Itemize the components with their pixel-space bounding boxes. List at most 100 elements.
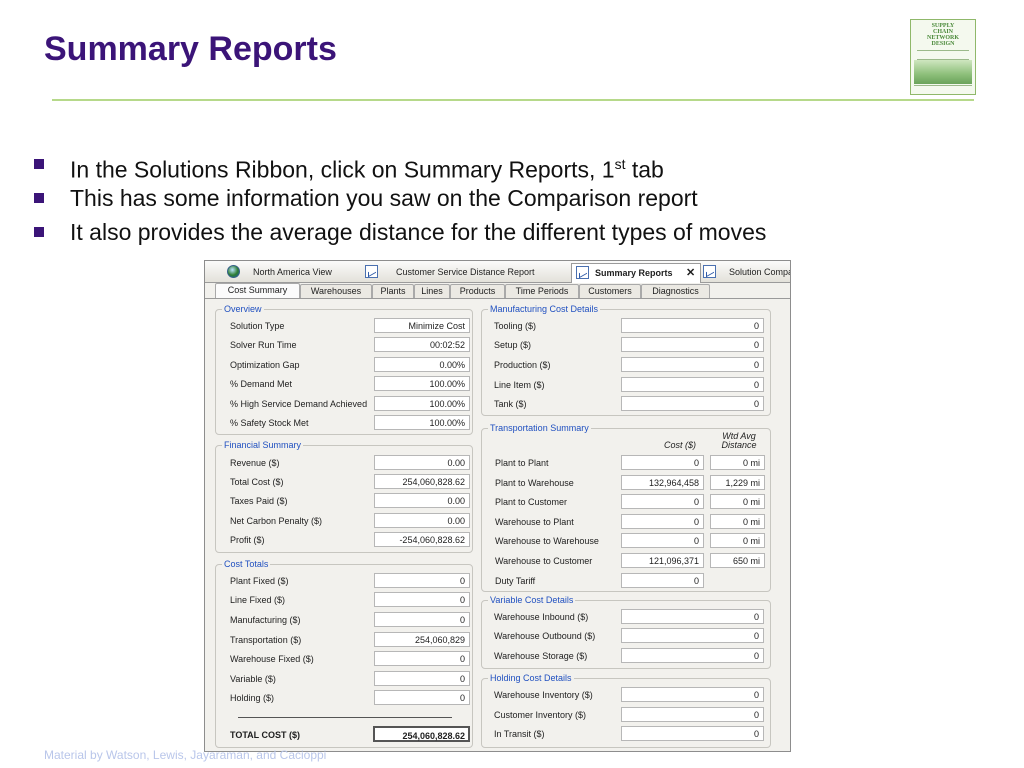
transportation-field: 254,060,829 [374, 632, 470, 647]
tab-label: North America View [253, 267, 332, 277]
plant-to-customer-cost-field: 0 [621, 494, 704, 509]
financial-summary-group: Financial Summary Revenue ($) 0.00 Total… [215, 440, 473, 553]
line-fixed-field: 0 [374, 592, 470, 607]
profit-field: -254,060,828.62 [374, 532, 470, 547]
field-label: Net Carbon Penalty ($) [230, 516, 323, 526]
tab-customer-service-distance-report[interactable]: Customer Service Distance Report [365, 264, 565, 281]
tab-label: Solution Compa [729, 267, 791, 277]
field-label: Setup ($) [494, 340, 532, 350]
warehouse-to-warehouse-distance-field: 0 mi [710, 533, 765, 548]
book-cover-map [914, 60, 972, 84]
close-tab-icon[interactable]: ✕ [686, 265, 695, 282]
field-label: Duty Tariff [495, 576, 536, 586]
group-title: Overview [222, 304, 264, 315]
field-label: Plant to Customer [495, 497, 568, 507]
manufacturing-field: 0 [374, 612, 470, 627]
net-carbon-penalty-field: 0.00 [374, 513, 470, 528]
customer-inventory-field: 0 [621, 707, 764, 722]
field-label: Line Item ($) [494, 380, 545, 390]
book-cover-image: SUPPLY CHAIN NETWORK DESIGN [910, 19, 976, 95]
bullet-text: It also provides the average distance fo… [70, 219, 767, 245]
title-divider [52, 99, 974, 101]
field-label: Transportation ($) [230, 635, 302, 645]
field-label: Warehouse Storage ($) [494, 651, 588, 661]
bullet-square-icon [34, 159, 44, 169]
subtab-lines[interactable]: Lines [414, 284, 450, 298]
field-label: Warehouse to Customer [495, 556, 593, 566]
subtab-time-periods[interactable]: Time Periods [505, 284, 579, 298]
warehouse-inventory-field: 0 [621, 687, 764, 702]
total-cost-label: TOTAL COST ($) [230, 730, 301, 740]
field-label: Solution Type [230, 321, 285, 331]
group-title: Transportation Summary [488, 423, 591, 434]
tooling-field: 0 [621, 318, 764, 333]
field-label: Tank ($) [494, 399, 527, 409]
subtab-diagnostics[interactable]: Diagnostics [641, 284, 710, 298]
warehouse-inbound-field: 0 [621, 609, 764, 624]
variable-field: 0 [374, 671, 470, 686]
solver-run-time-field: 00:02:52 [374, 337, 470, 352]
slide-title: Summary Reports [44, 30, 337, 68]
chart-icon [365, 265, 378, 278]
warehouse-storage-field: 0 [621, 648, 764, 663]
warehouse-fixed-field: 0 [374, 651, 470, 666]
summary-reports-window: North America View Customer Service Dist… [204, 260, 791, 752]
production-field: 0 [621, 357, 764, 372]
field-label: Warehouse Inventory ($) [494, 690, 593, 700]
tab-summary-reports[interactable]: Summary Reports ✕ [571, 263, 701, 283]
taxes-paid-field: 0.00 [374, 493, 470, 508]
field-label: % Safety Stock Met [230, 418, 309, 428]
group-title: Cost Totals [222, 559, 271, 570]
warehouse-to-plant-cost-field: 0 [621, 514, 704, 529]
chart-icon [576, 266, 589, 279]
total-cost-field: 254,060,828.62 [374, 474, 470, 489]
solution-type-field: Minimize Cost [374, 318, 470, 333]
plant-to-warehouse-cost-field: 132,964,458 [621, 475, 704, 490]
book-cover-text-lines [917, 50, 969, 60]
group-title: Variable Cost Details [488, 595, 576, 606]
document-tab-bar: North America View Customer Service Dist… [205, 261, 790, 283]
subtab-warehouses[interactable]: Warehouses [300, 284, 372, 298]
tab-north-america-view[interactable]: North America View [223, 264, 363, 281]
distance-column-header: Wtd Avg Distance [721, 431, 757, 450]
field-label: Warehouse to Warehouse [495, 536, 599, 546]
holding-field: 0 [374, 690, 470, 705]
field-label: Optimization Gap [230, 360, 300, 370]
subtab-plants[interactable]: Plants [372, 284, 414, 298]
field-label: Customer Inventory ($) [494, 710, 587, 720]
bullet-list: In the Solutions Ribbon, click on Summar… [34, 147, 766, 249]
field-label: Variable ($) [230, 674, 276, 684]
line-item-field: 0 [621, 377, 764, 392]
subtab-customers[interactable]: Customers [579, 284, 641, 298]
revenue-field: 0.00 [374, 455, 470, 470]
field-label: Plant to Plant [495, 458, 549, 468]
tab-label: Summary Reports [595, 268, 673, 278]
transportation-summary-group: Transportation Summary Cost ($) Wtd Avg … [481, 423, 771, 592]
warehouse-to-warehouse-cost-field: 0 [621, 533, 704, 548]
field-label: Revenue ($) [230, 458, 280, 468]
field-label: Profit ($) [230, 535, 265, 545]
tank-field: 0 [621, 396, 764, 411]
subtab-cost-summary[interactable]: Cost Summary [215, 283, 300, 298]
total-cost-field: 254,060,828.62 [373, 726, 470, 742]
field-label: Warehouse to Plant [495, 517, 574, 527]
field-label: Warehouse Outbound ($) [494, 631, 596, 641]
plant-to-plant-cost-field: 0 [621, 455, 704, 470]
plant-to-customer-distance-field: 0 mi [710, 494, 765, 509]
holding-cost-details-group: Holding Cost Details Warehouse Inventory… [481, 673, 771, 748]
field-label: Warehouse Inbound ($) [494, 612, 589, 622]
bullet-superscript: st [614, 156, 626, 172]
field-label: Taxes Paid ($) [230, 496, 288, 506]
globe-icon [227, 265, 240, 278]
bullet-item: It also provides the average distance fo… [34, 215, 766, 249]
field-label: Holding ($) [230, 693, 275, 703]
plant-to-plant-distance-field: 0 mi [710, 455, 765, 470]
field-label: Plant to Warehouse [495, 478, 574, 488]
warehouse-to-plant-distance-field: 0 mi [710, 514, 765, 529]
subtab-products[interactable]: Products [450, 284, 505, 298]
warehouse-to-customer-cost-field: 121,096,371 [621, 553, 704, 568]
tab-solution-comparison[interactable]: Solution Compa [702, 264, 791, 281]
in-transit-field: 0 [621, 726, 764, 741]
field-label: In Transit ($) [494, 729, 545, 739]
field-label: % High Service Demand Achieved [230, 399, 368, 409]
